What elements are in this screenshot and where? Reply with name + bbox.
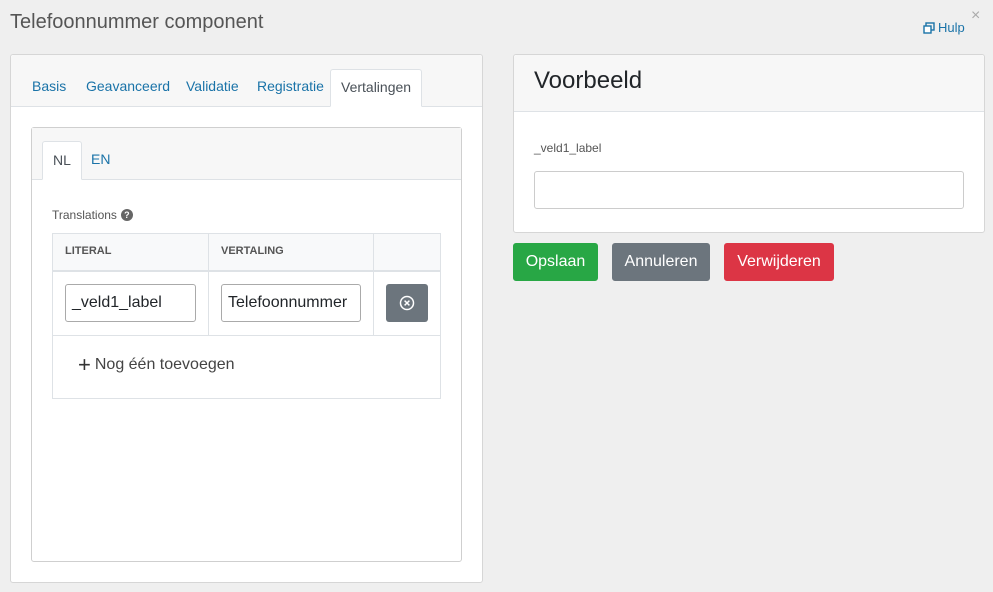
tab-lang-nl[interactable]: NL	[42, 141, 82, 180]
translations-table: LITERAL VERTALING _veld1_label Telefoonn…	[52, 233, 441, 399]
translations-card: NL EN Translations ? LITERAL VERTALING _…	[31, 127, 462, 562]
remove-row-button[interactable]	[386, 284, 428, 322]
popup-window-icon	[923, 21, 935, 34]
column-header-literal: LITERAL	[53, 234, 209, 272]
help-link[interactable]: Hulp	[923, 20, 965, 35]
tab-geavanceerd[interactable]: Geavanceerd	[76, 69, 180, 107]
cancel-button[interactable]: Annuleren	[612, 243, 710, 281]
tab-validatie[interactable]: Validatie	[176, 69, 249, 107]
help-label: Hulp	[938, 20, 965, 35]
page-title: Telefoonnummer component	[10, 11, 264, 33]
plus-icon: +	[78, 352, 91, 377]
tab-registratie[interactable]: Registratie	[247, 69, 334, 107]
tab-vertalingen[interactable]: Vertalingen	[330, 69, 423, 107]
save-button[interactable]: Opslaan	[513, 243, 598, 281]
delete-button[interactable]: Verwijderen	[724, 243, 834, 281]
question-circle-icon[interactable]: ?	[120, 209, 133, 221]
literal-cell: _veld1_label	[53, 272, 209, 336]
add-row-label: Nog één toevoegen	[94, 356, 235, 373]
preview-header: Voorbeeld	[514, 55, 984, 112]
action-cell	[374, 272, 442, 336]
tab-basis[interactable]: Basis	[22, 69, 76, 107]
table-header: LITERAL VERTALING	[53, 234, 440, 272]
component-settings-panel: Basis Geavanceerd Validatie Registratie …	[10, 54, 483, 583]
vertaling-cell: Telefoonnummer	[209, 272, 374, 336]
column-header-actions	[374, 234, 442, 272]
preview-field-label: _veld1_label	[534, 141, 602, 155]
add-row-button[interactable]: + Nog één toevoegen	[78, 354, 235, 376]
settings-tabs: Basis Geavanceerd Validatie Registratie …	[11, 55, 482, 107]
translations-label: Translations	[52, 208, 117, 222]
table-row: _veld1_label Telefoonnummer	[53, 272, 440, 336]
language-tabs: NL EN	[32, 128, 461, 180]
translations-heading: Translations ?	[52, 208, 133, 222]
preview-field-input[interactable]	[534, 171, 964, 209]
preview-title: Voorbeeld	[534, 67, 643, 94]
tab-lang-en[interactable]: EN	[81, 141, 120, 180]
column-header-vertaling: VERTALING	[209, 234, 374, 272]
preview-panel: Voorbeeld _veld1_label	[513, 54, 985, 233]
close-icon[interactable]: ×	[971, 8, 980, 24]
literal-input[interactable]: _veld1_label	[65, 284, 196, 322]
vertaling-input[interactable]: Telefoonnummer	[221, 284, 361, 322]
remove-circle-icon	[399, 295, 415, 311]
